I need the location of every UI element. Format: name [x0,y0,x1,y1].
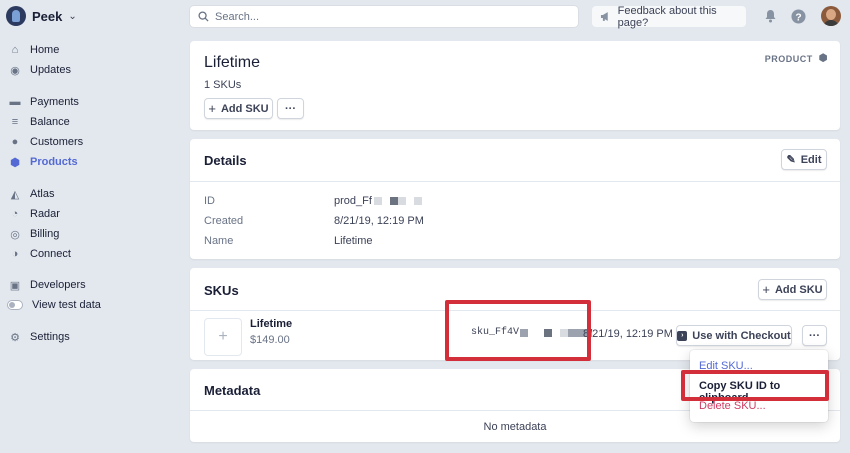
sidebar-item-updates[interactable]: ◉ Updates [9,64,71,77]
details-divider [190,181,840,182]
sidebar-item-connect[interactable]: ◑ Connect [9,248,71,260]
product-type-badge: PRODUCT ⬢ [765,53,828,64]
sidebar-item-label: Radar [30,208,60,220]
product-title: Lifetime [204,54,261,71]
checkout-icon: › [677,330,688,341]
ellipsis-icon: ··· [285,102,296,115]
add-sku-label: Add SKU [220,102,269,115]
add-sku-label: Add SKU [774,283,823,296]
balance-icon: ≡ [11,116,19,128]
redacted-id [373,197,422,205]
sku-image-placeholder[interactable]: + [204,318,242,356]
plus-icon: + [762,282,770,297]
use-with-checkout-button[interactable]: › Use with Checkout [676,325,792,346]
sidebar-item-label: Settings [30,331,70,343]
ellipsis-icon: ··· [809,329,820,342]
sku-more-button[interactable]: ··· [802,325,827,346]
account-logo [6,6,26,26]
settings-icon: ⚙ [10,331,20,344]
product-header-card: Lifetime 1 SKUs + Add SKU ··· PRODUCT ⬢ [190,41,840,130]
connect-icon: ◑ [11,248,19,260]
sidebar: Peek ⌄ ⌂ Home ◉ Updates ▬ Payments ≡ Bal… [0,0,180,453]
sidebar-item-label: Customers [30,136,84,148]
pencil-icon: ✎ [786,154,796,166]
sidebar-item-products[interactable]: ⬢ Products [9,156,78,169]
add-sku-button[interactable]: + Add SKU [204,98,273,119]
sidebar-item-label: Balance [30,116,70,128]
product-id-text: prod_Ff [334,195,372,207]
sku-count: 1 SKUs [204,79,242,91]
search-input[interactable] [215,10,555,23]
billing-icon: ◎ [10,228,20,241]
detail-label-id: ID [204,195,215,207]
sidebar-item-developers[interactable]: ▣ Developers [9,279,86,292]
add-image-icon: + [218,328,228,345]
account-name: Peek [32,8,63,24]
product-type-label: PRODUCT [764,53,813,64]
account-switcher[interactable]: Peek ⌄ [6,6,77,26]
payments-icon: ▬ [9,96,21,108]
sku-price: $149.00 [250,334,290,346]
sidebar-item-balance[interactable]: ≡ Balance [9,116,70,128]
edit-label: Edit [800,153,822,166]
detail-label-name: Name [204,235,234,247]
products-icon: ⬢ [10,156,20,169]
detail-value-created: 8/21/19, 12:19 PM [334,215,424,227]
details-heading: Details [204,153,247,168]
detail-value-name: Lifetime [334,235,373,247]
sidebar-item-label: Developers [30,279,86,291]
feedback-label: Feedback about this page? [617,4,717,29]
sidebar-item-label: View test data [32,299,101,311]
detail-value-id: prod_Ff [334,195,422,207]
sidebar-item-label: Connect [30,248,71,260]
checkout-label: Use with Checkout [692,329,791,342]
sku-name: Lifetime [250,318,293,330]
details-card: Details ✎ Edit ID prod_Ff Created 8/21/1… [190,139,840,259]
help-icon[interactable]: ? [790,8,806,24]
user-avatar[interactable] [821,6,841,26]
sidebar-item-label: Billing [30,228,60,240]
sidebar-item-label: Home [30,44,60,56]
sku-created: 8/21/19, 12:19 PM [583,328,673,340]
sidebar-item-radar[interactable]: ◔ Radar [9,208,60,220]
sidebar-item-home[interactable]: ⌂ Home [9,44,60,56]
sidebar-item-label: Atlas [30,188,55,200]
menu-item-delete-sku[interactable]: Delete SKU... [699,400,766,412]
more-actions-button[interactable]: ··· [277,98,304,119]
customers-icon: ● [11,136,19,148]
feedback-button[interactable]: Feedback about this page? [592,4,746,29]
edit-button[interactable]: ✎ Edit [781,149,827,170]
chevron-down-icon: ⌄ [68,10,77,22]
updates-icon: ◉ [10,64,20,77]
sidebar-item-billing[interactable]: ◎ Billing [9,228,60,241]
sidebar-item-label: Products [30,156,78,168]
sidebar-item-label: Updates [30,64,71,76]
sidebar-item-payments[interactable]: ▬ Payments [9,96,79,108]
search-bar[interactable] [190,6,578,27]
developers-icon: ▣ [9,279,21,292]
highlight-copy-sku-id [681,370,829,401]
view-test-data-toggle[interactable]: View test data [7,299,101,311]
sidebar-item-settings[interactable]: ⚙ Settings [9,331,70,344]
sidebar-item-customers[interactable]: ● Customers [9,136,84,148]
product-cube-icon: ⬢ [818,53,828,64]
plus-icon: + [208,101,216,116]
toggle-icon[interactable] [7,300,23,310]
highlight-sku-id [445,300,591,361]
megaphone-icon [600,12,608,21]
skus-heading: SKUs [204,283,239,298]
sidebar-item-label: Payments [30,96,79,108]
home-icon: ⌂ [11,44,19,56]
atlas-icon: ◭ [10,188,20,201]
notifications-bell-icon[interactable] [762,8,778,24]
metadata-heading: Metadata [204,383,261,398]
no-metadata-text: No metadata [483,421,547,433]
detail-label-created: Created [204,215,244,227]
add-sku-secondary-button[interactable]: + Add SKU [758,279,827,300]
sidebar-item-atlas[interactable]: ◭ Atlas [9,188,55,201]
radar-icon: ◔ [11,208,19,220]
search-icon [198,11,209,22]
svg-text:?: ? [795,12,801,23]
